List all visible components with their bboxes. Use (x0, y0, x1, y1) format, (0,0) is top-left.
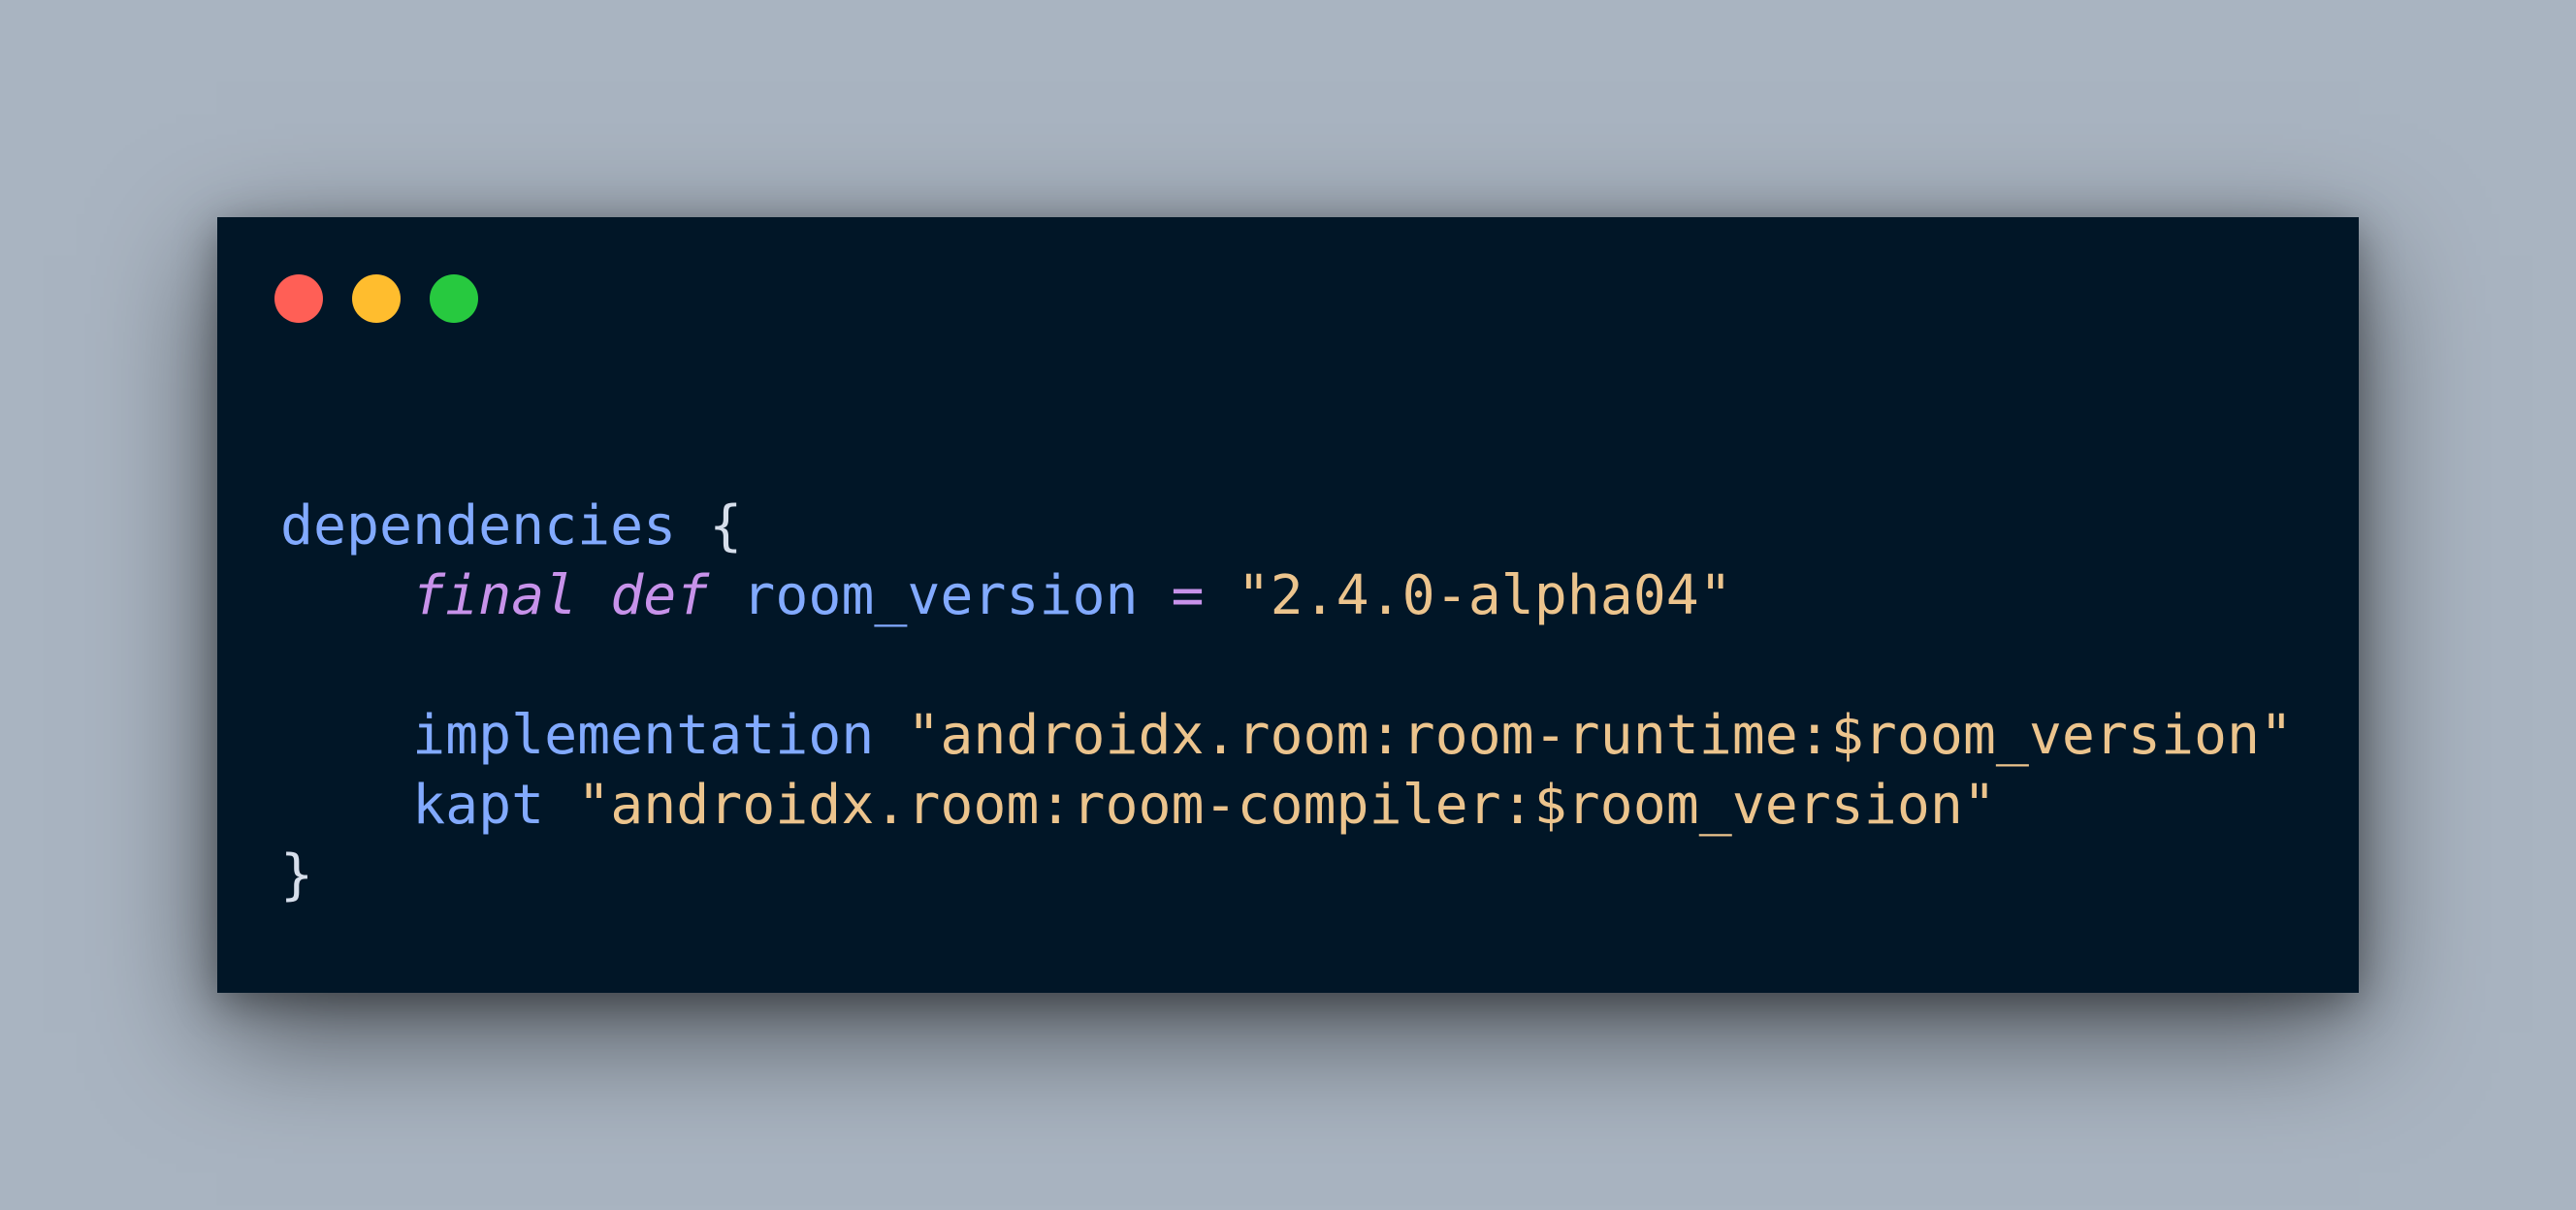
keyword-def: def (610, 564, 710, 627)
close-button[interactable] (274, 274, 323, 323)
close-brace: } (280, 844, 314, 907)
runtime-dependency-string: "androidx.room:room-runtime:$room_versio… (907, 704, 2294, 767)
version-string: "2.4.0-alpha04" (1237, 564, 1732, 627)
keyword-final: final (412, 564, 578, 627)
assign-operator: = (1171, 564, 1205, 627)
window-controls (274, 274, 478, 323)
code-block: dependencies { final def room_version = … (280, 492, 2293, 910)
compiler-dependency-string: "androidx.room:room-compiler:$room_versi… (577, 774, 1996, 837)
implementation-call: implementation (412, 704, 875, 767)
block-name: dependencies (280, 494, 677, 557)
code-line-5: kapt "androidx.room:room-compiler:$room_… (280, 771, 2293, 841)
code-line-2: final def room_version = "2.4.0-alpha04" (280, 561, 2293, 631)
code-line-6: } (280, 841, 2293, 910)
maximize-button[interactable] (430, 274, 478, 323)
variable-name: room_version (742, 564, 1139, 627)
open-brace: { (709, 494, 743, 557)
code-line-4: implementation "androidx.room:room-runti… (280, 701, 2293, 771)
kapt-call: kapt (412, 774, 545, 837)
code-window: dependencies { final def room_version = … (217, 217, 2359, 993)
code-line-1: dependencies { (280, 492, 2293, 561)
minimize-button[interactable] (352, 274, 401, 323)
